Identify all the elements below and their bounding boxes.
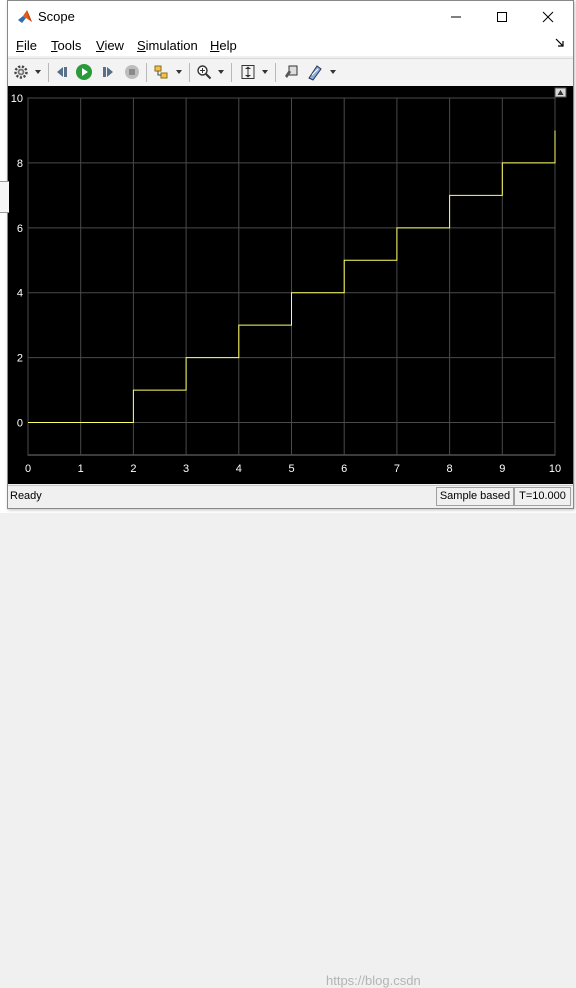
autoscale-button[interactable] xyxy=(238,62,258,82)
toolbar xyxy=(8,58,573,87)
y-tick-label: 0 xyxy=(17,418,23,430)
menu-label: ile xyxy=(23,38,37,53)
x-tick-label: 1 xyxy=(78,463,84,475)
y-tick-label: 4 xyxy=(17,288,23,300)
step-forward-button[interactable] xyxy=(98,62,118,82)
highlight-block-button[interactable] xyxy=(151,62,171,82)
triggers-icon xyxy=(308,65,322,81)
stop-icon xyxy=(125,65,139,79)
x-tick-label: 5 xyxy=(288,463,294,475)
sample-mode-indicator: Sample based xyxy=(436,487,514,506)
x-tick-label: 4 xyxy=(236,463,242,475)
x-tick-label: 2 xyxy=(130,463,136,475)
menu-view[interactable]: View xyxy=(96,38,124,53)
watermark-text: https://blog.csdn xyxy=(326,973,421,988)
close-button[interactable] xyxy=(525,1,571,32)
x-tick-label: 8 xyxy=(447,463,453,475)
triggers-button[interactable] xyxy=(305,62,325,82)
menu-label: ools xyxy=(57,38,82,53)
x-tick-label: 10 xyxy=(549,463,561,475)
write-data-icon xyxy=(285,65,298,78)
toolbar-separator xyxy=(189,63,190,82)
zoom-icon xyxy=(197,65,212,80)
autoscale-icon xyxy=(241,65,255,79)
background-tooltip-edge xyxy=(0,181,9,213)
run-button[interactable] xyxy=(74,62,94,82)
scope-window: Scope File Tools View Simulation Help 0 … xyxy=(7,0,574,988)
minimize-icon xyxy=(451,16,461,17)
y-tick-label: 8 xyxy=(17,158,23,170)
step-back-button[interactable] xyxy=(52,62,72,82)
menu-accel: S xyxy=(137,38,146,53)
stop-button[interactable] xyxy=(122,62,142,82)
menu-tools[interactable]: Tools xyxy=(51,38,81,53)
y-tick-label: 6 xyxy=(17,223,23,235)
run-icon xyxy=(76,64,92,80)
step-forward-icon xyxy=(103,67,113,77)
menu-help[interactable]: Help xyxy=(210,38,237,53)
matlab-logo-icon xyxy=(18,10,32,23)
y-tick-label: 10 xyxy=(11,93,23,105)
title-bar[interactable]: Scope xyxy=(8,1,573,32)
close-icon xyxy=(542,11,554,22)
menu-file[interactable]: File xyxy=(16,38,37,53)
x-tick-label: 9 xyxy=(499,463,505,475)
sim-time-indicator: T=10.000 xyxy=(514,487,571,506)
status-bar: Ready https://blog.csdn Sample based T=1… xyxy=(8,485,573,988)
zoom-dropdown-icon[interactable] xyxy=(218,70,224,74)
settings-dropdown-icon[interactable] xyxy=(35,70,41,74)
x-tick-label: 6 xyxy=(341,463,347,475)
toolbar-separator xyxy=(48,63,49,82)
step-back-icon xyxy=(57,67,67,77)
maximize-icon xyxy=(497,11,507,22)
menu-label: iew xyxy=(104,38,124,53)
scope-plot[interactable]: 0 1 2 3 4 5 6 7 8 9 10 0 2 4 6 8 10 xyxy=(8,86,573,484)
maximize-button[interactable] xyxy=(479,1,525,32)
highlight-block-icon xyxy=(154,65,168,79)
settings-icon xyxy=(14,65,28,79)
toolbar-separator xyxy=(146,63,147,82)
write-data-button[interactable] xyxy=(281,62,301,82)
highlight-dropdown-icon[interactable] xyxy=(176,70,182,74)
minimize-button[interactable] xyxy=(433,1,479,32)
toolbar-separator xyxy=(231,63,232,82)
scope-display[interactable]: 0 1 2 3 4 5 6 7 8 9 10 0 2 4 6 8 10 xyxy=(8,86,573,484)
menu-simulation[interactable]: Simulation xyxy=(137,38,198,53)
x-tick-label: 7 xyxy=(394,463,400,475)
settings-button[interactable] xyxy=(11,62,31,82)
menu-label: imulation xyxy=(145,38,198,53)
menu-label: elp xyxy=(219,38,237,53)
status-text: Ready xyxy=(10,490,42,502)
dock-arrow-icon[interactable] xyxy=(555,38,565,48)
x-tick-label: 3 xyxy=(183,463,189,475)
zoom-button[interactable] xyxy=(194,62,214,82)
menu-accel: F xyxy=(16,38,24,53)
menu-bar: File Tools View Simulation Help xyxy=(8,32,573,56)
triggers-dropdown-icon[interactable] xyxy=(330,70,336,74)
x-tick-label: 0 xyxy=(25,463,31,475)
window-title: Scope xyxy=(38,9,75,24)
menu-accel: H xyxy=(210,38,220,53)
autoscale-dropdown-icon[interactable] xyxy=(262,70,268,74)
toolbar-separator xyxy=(275,63,276,82)
expand-axes-button[interactable] xyxy=(554,87,567,98)
y-tick-label: 2 xyxy=(17,353,23,365)
